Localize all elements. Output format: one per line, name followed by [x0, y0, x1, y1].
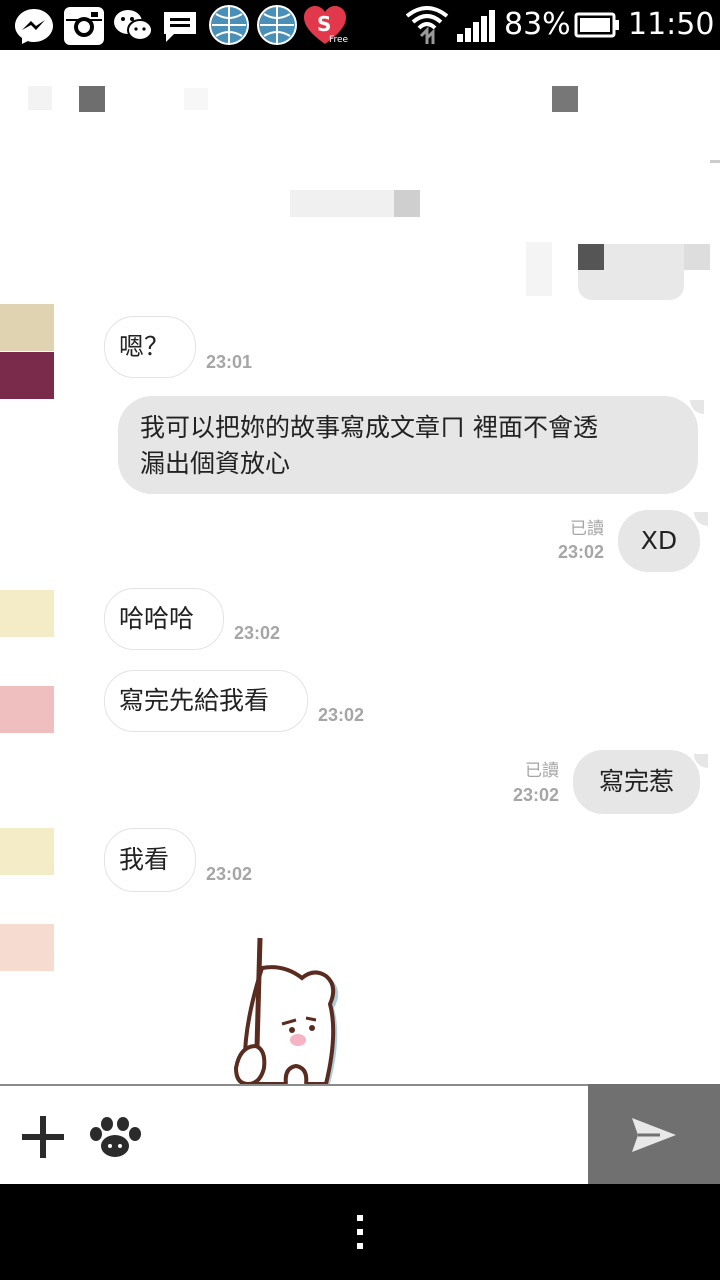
message-text: XD: [640, 526, 678, 555]
message-input-bar[interactable]: [0, 1084, 588, 1184]
battery-percent: 83%: [504, 7, 571, 42]
read-receipt: 已讀: [525, 761, 559, 781]
status-bar: S Free 83% 11:50: [0, 0, 720, 50]
blurred-header-block: [184, 88, 208, 110]
heart-free-icon: S Free: [302, 4, 348, 52]
avatar[interactable]: [0, 828, 54, 875]
message-text-line: 我可以把妳的故事寫成文章ㄇ 裡面不會透: [140, 413, 598, 442]
avatar[interactable]: [0, 590, 54, 637]
message-text: 哈哈哈: [119, 604, 195, 633]
incoming-message[interactable]: 我可以把妳的故事寫成文章ㄇ 裡面不會透 漏出個資放心: [118, 396, 698, 494]
incoming-message[interactable]: 寫完先給我看: [104, 670, 308, 732]
globe-icon: [208, 4, 250, 50]
paw-icon[interactable]: [88, 1116, 144, 1164]
signal-icon: [456, 10, 498, 46]
message-text: 我看: [119, 845, 170, 874]
blurred-date-block: [290, 190, 394, 217]
globe-icon: [256, 4, 298, 50]
message-icon: [162, 10, 198, 48]
wechat-icon: [112, 8, 154, 48]
read-receipt: 已讀: [570, 519, 604, 539]
message-text: 寫完惹: [598, 767, 674, 796]
heart-badge-label: Free: [329, 35, 349, 45]
blurred-header-block: [28, 86, 52, 110]
blurred-header-block: [710, 160, 720, 163]
messenger-icon: [14, 7, 53, 44]
clock: 11:50: [628, 7, 715, 42]
blurred-header-block: [79, 86, 105, 112]
message-time: 23:02: [206, 864, 253, 884]
blurred-message-block: [684, 244, 710, 270]
blurred-message-block: [578, 244, 604, 270]
wifi-icon: [404, 4, 450, 50]
avatar[interactable]: [0, 686, 54, 733]
blurred-date-block: [394, 190, 420, 217]
plus-icon[interactable]: [20, 1114, 66, 1164]
avatar[interactable]: [0, 924, 54, 971]
outgoing-message[interactable]: 寫完惹: [573, 750, 700, 814]
avatar[interactable]: [0, 304, 54, 351]
message-text: 寫完先給我看: [119, 686, 270, 715]
message-time: 23:02: [558, 542, 605, 562]
incoming-message[interactable]: 哈哈哈: [104, 588, 224, 650]
message-time: 23:02: [513, 785, 560, 805]
instagram-icon: [64, 7, 104, 45]
send-button[interactable]: [588, 1084, 720, 1184]
incoming-message[interactable]: 嗯？: [104, 316, 196, 378]
message-text: 嗯？: [119, 332, 170, 361]
polar-bear-sticker[interactable]: [226, 928, 356, 1084]
message-time: 23:02: [234, 623, 281, 643]
message-time: 23:01: [206, 352, 253, 372]
svg-text:S: S: [317, 12, 331, 36]
avatar[interactable]: [0, 352, 54, 399]
blurred-message-block: [526, 242, 552, 296]
menu-dots-icon[interactable]: [354, 1214, 366, 1254]
battery-icon: [574, 12, 620, 42]
message-text-line: 漏出個資放心: [140, 449, 291, 478]
chat-area[interactable]: 嗯？ 23:01 我可以把妳的故事寫成文章ㄇ 裡面不會透 漏出個資放心 已讀 2…: [0, 50, 720, 1084]
incoming-message[interactable]: 我看: [104, 828, 196, 892]
blurred-header-block: [552, 86, 578, 112]
navigation-bar: [0, 1184, 720, 1280]
send-icon: [630, 1116, 678, 1158]
bubble-tail: [694, 512, 708, 526]
outgoing-message[interactable]: XD: [618, 510, 700, 572]
message-time: 23:02: [318, 705, 365, 725]
